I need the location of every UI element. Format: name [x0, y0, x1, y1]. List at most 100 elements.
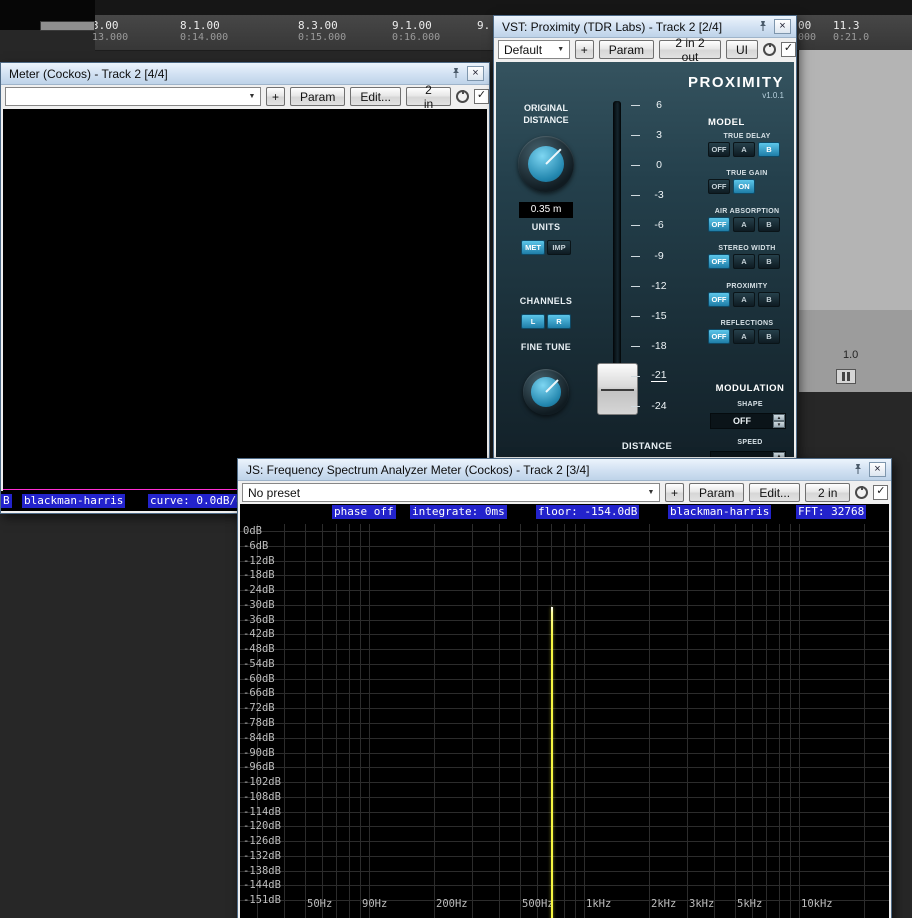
io-button[interactable]: 2 in 2 out [659, 40, 721, 59]
spectrum-peak [551, 607, 553, 918]
analyzer-setting[interactable]: integrate: 0ms [410, 505, 507, 519]
spinner-down-icon[interactable]: ▼ [773, 421, 785, 428]
wet-knob-icon[interactable] [855, 486, 868, 499]
v-gridline [649, 524, 650, 918]
preset-dropdown[interactable]: No preset ▼ [242, 483, 660, 502]
io-button[interactable]: 2 in [406, 87, 451, 106]
ruler-bar-mark: 8.3.00 [298, 19, 338, 32]
edit-button[interactable]: Edit... [749, 483, 800, 502]
close-button[interactable]: × [774, 19, 791, 34]
model-true-gain-off-button[interactable]: OFF [708, 179, 730, 194]
db-scale-label: -18dB [243, 569, 275, 581]
fx-enabled-checkbox[interactable]: ✓ [873, 485, 888, 500]
model-section: REFLECTIONSOFFAB [704, 320, 794, 357]
window-title: VST: Proximity (TDR Labs) - Track 2 [2/4… [502, 20, 757, 34]
wet-knob-icon[interactable] [763, 43, 776, 56]
model-reflections-off-button[interactable]: OFF [708, 329, 730, 344]
model-section-buttons: OFFAB [708, 292, 794, 307]
model-proximity-off-button[interactable]: OFF [708, 292, 730, 307]
meter-setting[interactable]: B [1, 494, 12, 508]
horizontal-scrollbar-thumb[interactable] [40, 21, 95, 31]
model-true-delay-a-button[interactable]: A [733, 142, 755, 157]
ui-button[interactable]: UI [726, 40, 758, 59]
model-true-delay-b-button[interactable]: B [758, 142, 780, 157]
model-label: MODEL [708, 117, 794, 128]
meter-titlebar[interactable]: Meter (Cockos) - Track 2 [4/4] × [1, 63, 489, 85]
model-air-absorption-b-button[interactable]: B [758, 217, 780, 232]
units-imp-button[interactable]: IMP [547, 240, 571, 255]
add-preset-button[interactable]: + [665, 483, 684, 502]
model-true-gain-on-button[interactable]: ON [733, 179, 755, 194]
model-section-label: STEREO WIDTH [708, 245, 786, 252]
freq-scale-label: 90Hz [362, 898, 387, 910]
analyzer-setting[interactable]: FFT: 32768 [796, 505, 866, 519]
model-air-absorption-off-button[interactable]: OFF [708, 217, 730, 232]
distance-fader-handle[interactable] [597, 363, 638, 415]
pin-icon[interactable] [450, 67, 463, 80]
model-proximity-a-button[interactable]: A [733, 292, 755, 307]
speed-spinner: ▲ ▼ [773, 452, 785, 457]
add-preset-button[interactable]: + [266, 87, 285, 106]
analyzer-setting[interactable]: floor: -154.0dB [536, 505, 639, 519]
param-button[interactable]: Param [599, 40, 654, 59]
model-stereo-width-b-button[interactable]: B [758, 254, 780, 269]
preset-dropdown[interactable]: ▼ [5, 87, 261, 106]
check-icon: ✓ [477, 90, 486, 101]
pin-icon[interactable] [852, 463, 865, 476]
fader-tick-icon [631, 135, 640, 136]
fx-enabled-checkbox[interactable]: ✓ [781, 42, 796, 57]
add-preset-button[interactable]: + [575, 40, 594, 59]
fx-enabled-checkbox[interactable]: ✓ [474, 89, 489, 104]
db-scale-label: -12dB [243, 555, 275, 567]
model-reflections-a-button[interactable]: A [733, 329, 755, 344]
spinner-up-icon[interactable]: ▲ [773, 414, 785, 421]
speed-dropdown[interactable]: ▲ ▼ [710, 451, 786, 457]
distance-value[interactable]: 0.35 m [519, 202, 573, 218]
param-button[interactable]: Param [689, 483, 744, 502]
model-proximity-b-button[interactable]: B [758, 292, 780, 307]
io-button[interactable]: 2 in [805, 483, 850, 502]
original-distance-knob[interactable] [518, 136, 574, 192]
model-stereo-width-off-button[interactable]: OFF [708, 254, 730, 269]
db-scale-label: -66dB [243, 687, 275, 699]
db-scale-label: -36dB [243, 614, 275, 626]
units-met-button[interactable]: MET [521, 240, 545, 255]
spinner-up-icon[interactable]: ▲ [773, 452, 785, 457]
check-icon: ✓ [876, 486, 885, 497]
channel-left-button[interactable]: L [521, 314, 545, 329]
shape-value: OFF [711, 414, 773, 428]
close-button[interactable]: × [869, 462, 886, 477]
fader-scale-value: -18 [651, 340, 666, 352]
model-reflections-b-button[interactable]: B [758, 329, 780, 344]
wet-knob-icon[interactable] [456, 90, 469, 103]
v-gridline [799, 524, 800, 918]
model-true-delay-off-button[interactable]: OFF [708, 142, 730, 157]
model-section-buttons: OFFAB [708, 254, 794, 269]
fader-scale-mark: 6 [642, 90, 676, 120]
original-distance-label: ORIGINAL DISTANCE [506, 102, 586, 126]
param-button[interactable]: Param [290, 87, 345, 106]
fader-scale-value: -12 [651, 280, 666, 292]
shape-dropdown[interactable]: OFF ▲ ▼ [710, 413, 786, 429]
edit-button[interactable]: Edit... [350, 87, 401, 106]
fader-scale-value: 6 [656, 99, 662, 111]
model-stereo-width-a-button[interactable]: A [733, 254, 755, 269]
ruler-time-mark: 0:14.000 [180, 32, 228, 43]
proximity-titlebar[interactable]: VST: Proximity (TDR Labs) - Track 2 [2/4… [494, 16, 796, 38]
preset-dropdown[interactable]: Default ▼ [498, 40, 570, 59]
pin-icon[interactable] [757, 20, 770, 33]
ruler-time-mark: 000 [798, 32, 816, 43]
fader-tick-icon [631, 346, 640, 347]
model-section-label: TRUE GAIN [708, 170, 786, 177]
analyzer-setting[interactable]: phase off [332, 505, 396, 519]
track-mini-fader[interactable] [836, 369, 856, 384]
model-air-absorption-a-button[interactable]: A [733, 217, 755, 232]
freq-scale-label: 10kHz [801, 898, 833, 910]
spectrum-titlebar[interactable]: JS: Frequency Spectrum Analyzer Meter (C… [238, 459, 891, 481]
close-button[interactable]: × [467, 66, 484, 81]
channel-right-button[interactable]: R [547, 314, 571, 329]
analyzer-setting[interactable]: blackman-harris [668, 505, 771, 519]
fine-tune-knob[interactable] [523, 369, 569, 415]
distance-label: DISTANCE [602, 441, 692, 452]
meter-setting[interactable]: blackman-harris [22, 494, 125, 508]
